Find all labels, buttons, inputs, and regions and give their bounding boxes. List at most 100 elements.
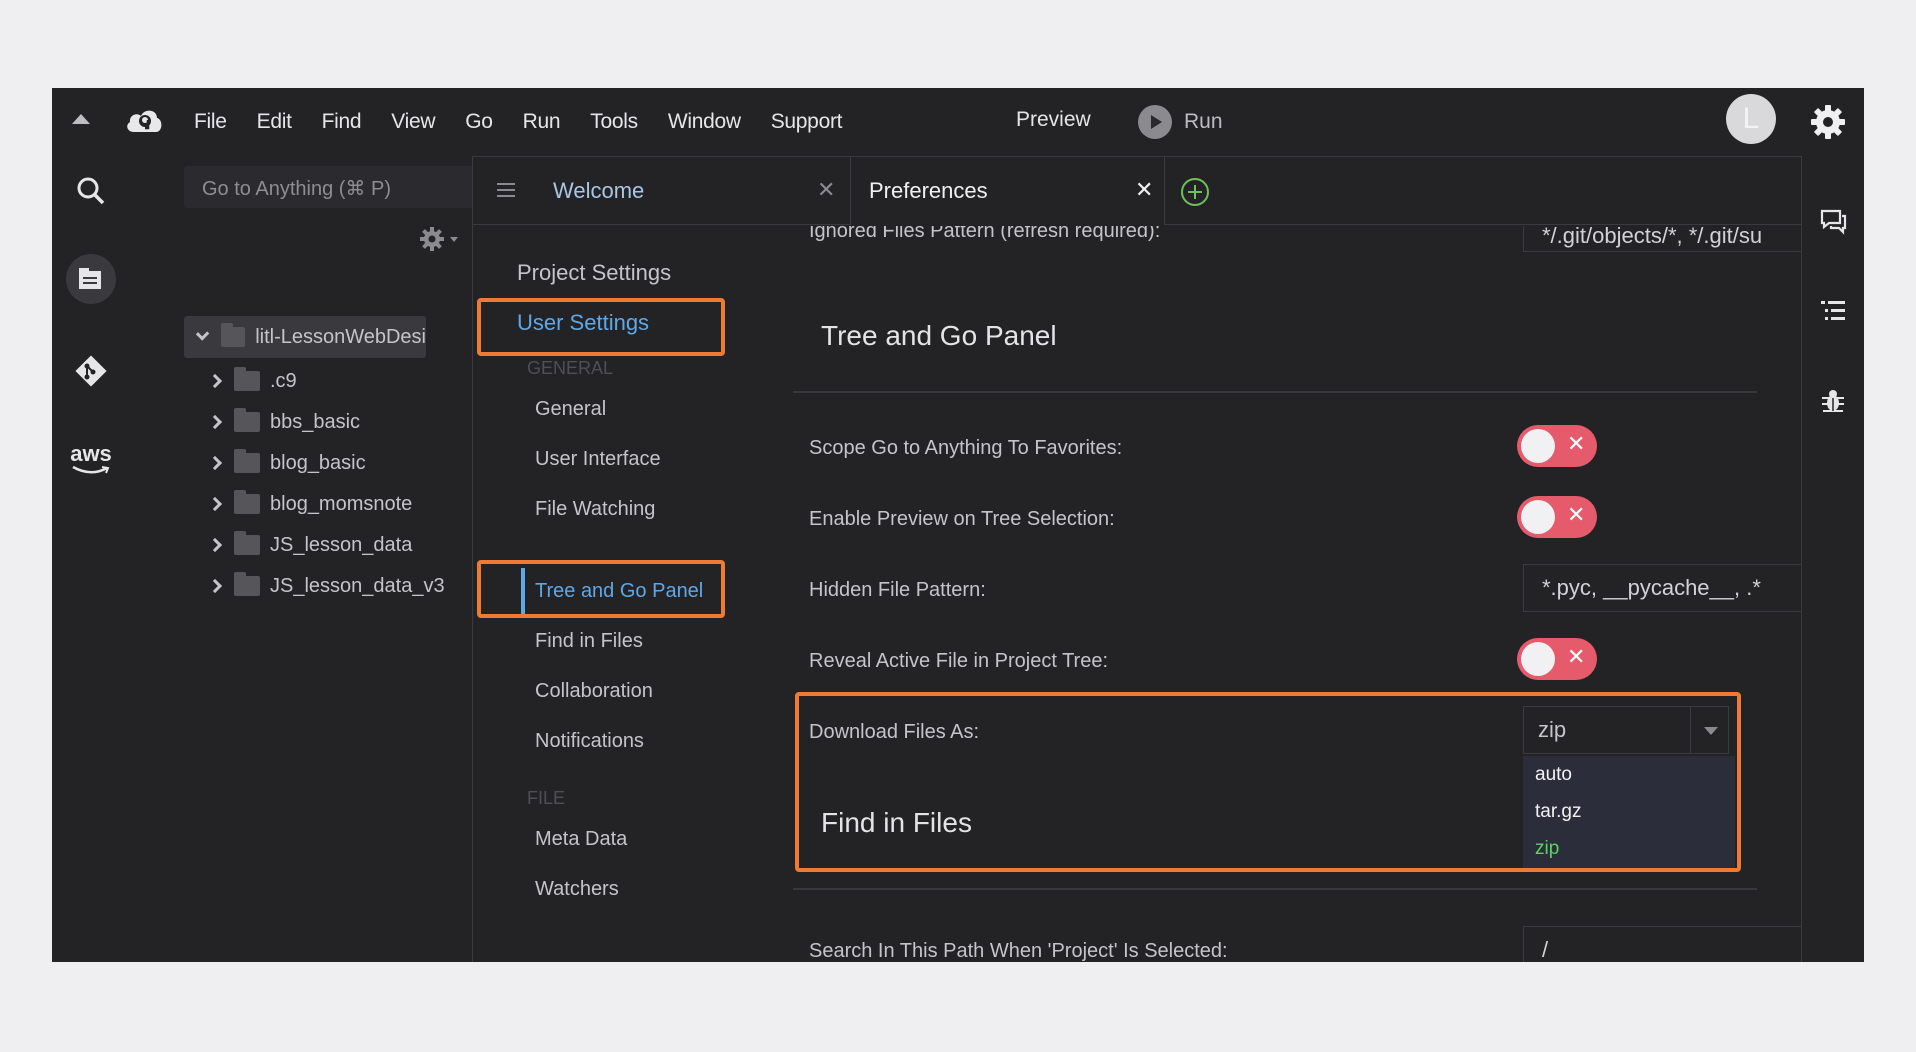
ide-window: File Edit Find View Go Run Tools Window … — [52, 88, 1864, 962]
scope-go-to-anything-toggle[interactable]: ✕ — [1517, 425, 1597, 467]
tab-welcome-label: Welcome — [553, 178, 645, 203]
tree-item[interactable]: bbs_basic — [207, 404, 361, 440]
nav-general[interactable]: General — [535, 398, 606, 421]
nav-collaboration[interactable]: Collaboration — [535, 680, 653, 703]
scope-go-to-anything-label: Scope Go to Anything To Favorites: — [809, 437, 1123, 459]
nav-heading-general: GENERAL — [527, 358, 614, 378]
enable-preview-label: Enable Preview on Tree Selection: — [809, 508, 1115, 530]
folder-icon — [234, 367, 260, 391]
nav-watchers[interactable]: Watchers — [535, 878, 619, 901]
toggle-knob — [1521, 500, 1555, 534]
section-divider — [793, 391, 1757, 393]
nav-project-settings[interactable]: Project Settings — [517, 260, 671, 286]
tree-root-folder[interactable]: litl-LessonWebDesi — [184, 316, 426, 358]
files-icon[interactable] — [66, 254, 116, 304]
root-folder-label: litl-LessonWebDesi — [255, 325, 426, 348]
ignored-files-label: Ignored Files Pattern (refresh required)… — [809, 226, 1161, 242]
chevron-right-icon — [207, 578, 223, 594]
tab-preferences-label: Preferences — [869, 178, 988, 203]
git-icon[interactable] — [66, 346, 116, 396]
preview-button[interactable]: Preview — [1016, 108, 1091, 132]
tree-item-label: blog_basic — [270, 451, 366, 474]
cloud9-logo-icon[interactable] — [124, 104, 164, 138]
toggle-knob — [1521, 642, 1555, 676]
toggle-knob — [1521, 429, 1555, 463]
menu-support[interactable]: Support — [771, 110, 843, 134]
folder-icon — [234, 408, 260, 432]
reveal-active-file-label: Reveal Active File in Project Tree: — [809, 650, 1109, 672]
menu-find[interactable]: Find — [322, 110, 362, 134]
nav-meta-data[interactable]: Meta Data — [535, 828, 627, 851]
nav-find-in-files[interactable]: Find in Files — [535, 630, 643, 653]
close-icon: ✕ — [1567, 431, 1586, 456]
run-label: Run — [1184, 110, 1223, 133]
close-icon: ✕ — [1567, 502, 1586, 527]
close-icon: ✕ — [1567, 644, 1586, 669]
menu-go[interactable]: Go — [465, 110, 493, 134]
tree-item-label: JS_lesson_data — [270, 533, 413, 556]
folder-icon — [234, 572, 260, 596]
aws-label: aws — [70, 441, 112, 466]
tree-item[interactable]: blog_momsnote — [207, 486, 413, 522]
tree-item-label: blog_momsnote — [270, 492, 413, 515]
tree-item[interactable]: .c9 — [207, 363, 297, 399]
activity-bar: aws — [52, 156, 130, 962]
chevron-right-icon — [207, 414, 223, 430]
tree-item-label: .c9 — [270, 369, 297, 392]
highlight-tree-and-go-panel — [477, 560, 725, 618]
nav-heading-file: FILE — [527, 788, 566, 808]
menu-edit[interactable]: Edit — [257, 110, 292, 134]
menu-tools[interactable]: Tools — [590, 110, 638, 134]
nav-notifications[interactable]: Notifications — [535, 730, 644, 753]
chat-icon[interactable] — [1818, 206, 1848, 236]
right-sidebar — [1802, 156, 1864, 962]
tree-item[interactable]: JS_lesson_data_v3 — [207, 568, 445, 604]
chevron-right-icon — [207, 496, 223, 512]
debugger-bug-icon[interactable] — [1818, 386, 1848, 416]
menu-icon[interactable] — [497, 183, 515, 197]
aws-icon[interactable]: aws — [66, 434, 116, 484]
chevron-down-icon — [195, 327, 210, 341]
tab-preferences[interactable]: Preferences ✕ — [851, 157, 1165, 225]
tab-welcome[interactable]: Welcome ✕ — [473, 157, 851, 225]
play-icon — [1138, 105, 1172, 139]
folder-icon — [234, 531, 260, 555]
tree-item-label: JS_lesson_data_v3 — [270, 574, 445, 597]
folder-icon — [221, 323, 246, 347]
menu-file[interactable]: File — [194, 110, 227, 134]
chevron-right-icon — [207, 373, 223, 389]
reveal-active-file-toggle[interactable]: ✕ — [1517, 638, 1597, 680]
preferences-nav: Project Settings User Settings GENERAL G… — [473, 226, 793, 962]
collapse-menubar-icon[interactable] — [72, 114, 90, 124]
editor-area: Welcome ✕ Preferences ✕ Project Settings… — [472, 156, 1802, 962]
tree-item[interactable]: JS_lesson_data — [207, 527, 413, 563]
chevron-right-icon — [207, 455, 223, 471]
enable-preview-toggle[interactable]: ✕ — [1517, 496, 1597, 538]
chevron-right-icon — [207, 537, 223, 553]
tree-item[interactable]: blog_basic — [207, 445, 366, 481]
menu-view[interactable]: View — [391, 110, 435, 134]
search-path-label: Search In This Path When 'Project' Is Se… — [809, 940, 1228, 962]
close-icon[interactable]: ✕ — [817, 177, 835, 203]
search-path-input[interactable]: / — [1523, 926, 1801, 962]
hidden-file-pattern-input[interactable]: *.pyc, __pycache__, .* — [1523, 564, 1801, 612]
menu-run[interactable]: Run — [523, 110, 561, 134]
tree-settings-gear-icon[interactable] — [418, 224, 462, 254]
ignored-files-input[interactable]: */.git/objects/*, */.git/su — [1523, 226, 1801, 252]
tree-item-label: bbs_basic — [270, 410, 361, 433]
go-to-anything-input[interactable]: Go to Anything (⌘ P) — [184, 166, 506, 208]
menu-window[interactable]: Window — [668, 110, 741, 134]
outline-list-icon[interactable] — [1818, 296, 1848, 326]
highlight-download-files — [795, 692, 1741, 872]
settings-gear-icon[interactable] — [1808, 102, 1848, 142]
search-icon[interactable] — [66, 166, 116, 216]
avatar[interactable]: L — [1726, 94, 1776, 144]
preferences-content: Ignored Files Pattern (refresh required)… — [793, 226, 1801, 962]
run-button[interactable]: Run — [1138, 102, 1223, 142]
close-icon[interactable]: ✕ — [1135, 177, 1153, 203]
add-tab-icon[interactable] — [1181, 178, 1209, 206]
folder-icon — [234, 449, 260, 473]
section-title-tree-and-go: Tree and Go Panel — [821, 320, 1057, 351]
nav-file-watching[interactable]: File Watching — [535, 498, 655, 521]
nav-user-interface[interactable]: User Interface — [535, 448, 661, 471]
